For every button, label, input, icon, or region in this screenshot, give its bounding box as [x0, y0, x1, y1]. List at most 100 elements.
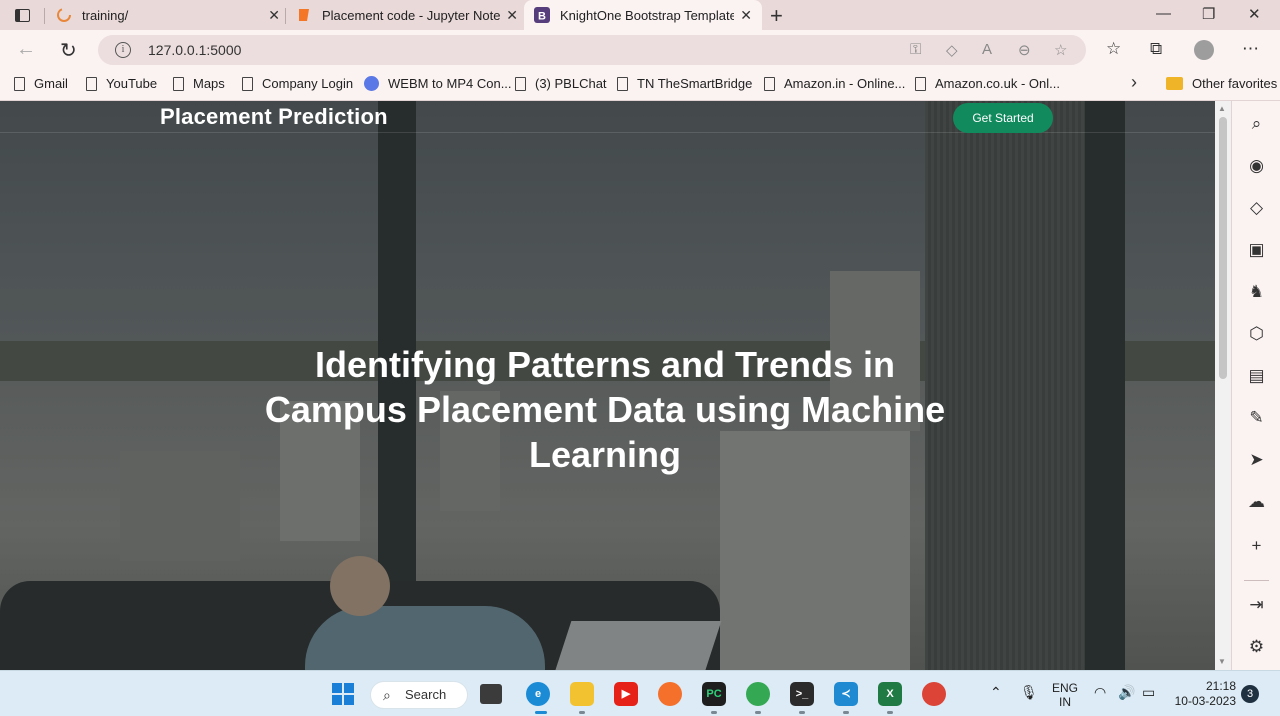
- jupyter-icon: [299, 9, 309, 21]
- hide-sidebar-icon[interactable]: ⇥: [1232, 595, 1280, 615]
- more-menu-icon[interactable]: ⋯: [1242, 39, 1259, 59]
- edge-browser-icon[interactable]: e: [526, 682, 550, 706]
- vscode-icon[interactable]: ≺: [834, 682, 858, 706]
- scrollbar-thumb[interactable]: [1219, 117, 1227, 379]
- folder-icon: [1166, 77, 1183, 90]
- browser-toolbar: ← ↻ i 127.0.0.1:5000 ⚿ ◇ A ⊖ ☆ ☆ ⧉ ⋯: [0, 30, 1280, 70]
- refresh-icon[interactable]: ↻: [60, 38, 77, 63]
- read-aloud-icon[interactable]: A: [982, 41, 992, 58]
- tools-briefcase-icon[interactable]: ▣: [1232, 240, 1280, 260]
- excel-icon[interactable]: X: [878, 682, 902, 706]
- tab-jupyter[interactable]: Placement code - Jupyter Notebook ✕: [296, 0, 518, 30]
- terminal-icon[interactable]: >_: [790, 682, 814, 706]
- bookmark-webm-to-mp4[interactable]: WEBM to MP4 Con...: [364, 76, 512, 91]
- tab-title: KnightOne Bootstrap Template -: [560, 7, 735, 23]
- open-indicator: [579, 711, 585, 714]
- shopping-tag-icon[interactable]: ◇: [946, 41, 958, 59]
- close-icon[interactable]: ✕: [268, 7, 280, 24]
- favorites-icon[interactable]: ☆: [1106, 39, 1121, 59]
- url-text[interactable]: 127.0.0.1:5000: [148, 42, 241, 58]
- windows-start-icon[interactable]: [332, 683, 354, 705]
- bookmark-label: Amazon.co.uk - Onl...: [935, 76, 1060, 91]
- microphone-icon[interactable]: 🎙: [1020, 684, 1038, 701]
- address-bar[interactable]: i 127.0.0.1:5000 ⚿ ◇ A ⊖ ☆: [98, 35, 1086, 65]
- settings-icon[interactable]: ⚙: [1232, 637, 1280, 657]
- system-clock[interactable]: 21:18 10-03-2023: [1172, 679, 1236, 709]
- tab-knightone[interactable]: B KnightOne Bootstrap Template - ✕: [524, 0, 762, 30]
- restore-icon[interactable]: ❐: [1202, 5, 1215, 23]
- bookmark-gmail[interactable]: Gmail: [14, 76, 68, 91]
- key-icon[interactable]: ⚿: [910, 41, 921, 58]
- info-icon[interactable]: i: [115, 42, 131, 58]
- image-creator-icon[interactable]: ✎: [1232, 408, 1280, 428]
- page-scrollbar[interactable]: ▲ ▼: [1215, 101, 1231, 670]
- minimize-icon[interactable]: —: [1156, 5, 1171, 22]
- open-indicator: [843, 711, 849, 714]
- firefox-icon[interactable]: [658, 682, 682, 706]
- bookmark-smartbridge[interactable]: TN TheSmartBridge: [617, 76, 752, 91]
- bookmark-youtube[interactable]: YouTube: [86, 76, 157, 91]
- page-icon: [617, 76, 628, 91]
- zoom-out-icon[interactable]: ⊖: [1018, 41, 1031, 59]
- search-icon[interactable]: ⌕: [1232, 114, 1280, 134]
- bing-chat-icon[interactable]: ◉: [1232, 156, 1280, 176]
- close-icon[interactable]: ✕: [506, 7, 518, 24]
- bookmark-company-login[interactable]: Company Login: [242, 76, 353, 91]
- collections-icon[interactable]: ⧉: [1150, 39, 1162, 59]
- scroll-down-icon[interactable]: ▼: [1218, 657, 1226, 666]
- tab-strip: training/ ✕ Placement code - Jupyter Not…: [0, 0, 1280, 30]
- chrome-profile-icon[interactable]: [746, 682, 770, 706]
- close-icon[interactable]: ✕: [740, 7, 752, 24]
- bookmark-amazon-uk[interactable]: Amazon.co.uk - Onl...: [915, 76, 1060, 91]
- send-icon[interactable]: ➤: [1232, 450, 1280, 470]
- other-favorites[interactable]: Other favorites: [1166, 76, 1277, 91]
- open-indicator: [799, 711, 805, 714]
- bookmark-pblchat[interactable]: (3) PBLChat: [515, 76, 607, 91]
- bookmark-amazon-in[interactable]: Amazon.in - Online...: [764, 76, 905, 91]
- microsoft-365-icon[interactable]: ⬡: [1232, 324, 1280, 344]
- chevron-right-icon[interactable]: ›: [1131, 72, 1137, 93]
- page-viewport: Placement Prediction Get Started Identif…: [0, 101, 1215, 670]
- chevron-up-icon[interactable]: ⌃: [990, 684, 1002, 701]
- close-window-icon[interactable]: ✕: [1248, 5, 1261, 23]
- back-icon[interactable]: ←: [16, 38, 36, 61]
- add-icon[interactable]: +: [1232, 536, 1280, 556]
- add-favorite-icon[interactable]: ☆: [1054, 41, 1067, 59]
- taskbar-search[interactable]: ⌕ Search: [370, 681, 468, 709]
- tab-title: training/: [82, 7, 129, 23]
- bookmark-label: Gmail: [34, 76, 68, 91]
- bookmark-maps[interactable]: Maps: [173, 76, 225, 91]
- edge-sidebar: ⌕ ◉ ◇ ▣ ♞ ⬡ ▤ ✎ ➤ ☁ + ⇥ ⚙: [1231, 101, 1280, 670]
- language-indicator[interactable]: ENG IN: [1052, 681, 1078, 709]
- notification-badge[interactable]: 3: [1241, 685, 1259, 703]
- site-logo[interactable]: Placement Prediction: [160, 104, 388, 130]
- profile-avatar[interactable]: [1194, 40, 1214, 60]
- games-icon[interactable]: ♞: [1232, 282, 1280, 302]
- file-explorer-icon[interactable]: [570, 682, 594, 706]
- get-started-button[interactable]: Get Started: [953, 103, 1053, 133]
- wifi-icon[interactable]: ◠: [1094, 684, 1106, 701]
- chrome-icon[interactable]: [922, 682, 946, 706]
- svg-text:B: B: [538, 11, 546, 23]
- clock-time: 21:18: [1205, 679, 1236, 693]
- sidebar-divider: [1244, 580, 1269, 581]
- shopping-tag-icon[interactable]: ◇: [1232, 198, 1280, 218]
- clock-date: 10-03-2023: [1174, 694, 1236, 708]
- battery-icon[interactable]: ▭: [1142, 684, 1155, 701]
- open-indicator: [755, 711, 761, 714]
- youtube-icon[interactable]: ▶: [614, 682, 638, 706]
- pycharm-icon[interactable]: PC: [702, 682, 726, 706]
- task-view-icon[interactable]: [480, 684, 502, 704]
- outlook-icon[interactable]: ▤: [1232, 366, 1280, 386]
- new-tab-icon[interactable]: +: [770, 3, 783, 29]
- volume-icon[interactable]: 🔊: [1118, 684, 1135, 701]
- drop-icon[interactable]: ☁: [1232, 492, 1280, 512]
- tab-actions-icon[interactable]: [8, 4, 36, 26]
- page-icon: [173, 76, 184, 91]
- tab-training[interactable]: training/ ✕: [56, 0, 280, 30]
- bookmark-label: Amazon.in - Online...: [784, 76, 906, 91]
- scroll-up-icon[interactable]: ▲: [1218, 104, 1226, 113]
- page-icon: [915, 76, 926, 91]
- page-icon: [242, 76, 253, 91]
- tab-separator: [44, 8, 45, 24]
